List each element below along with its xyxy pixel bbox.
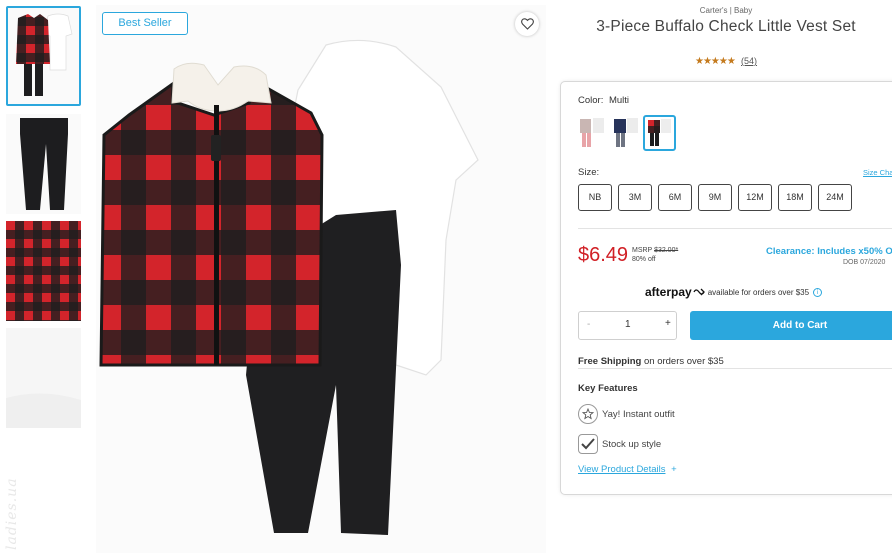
best-seller-badge: Best Seller xyxy=(102,12,188,35)
thumbnail-plaid-detail[interactable] xyxy=(6,221,81,321)
product-title: 3-Piece Buffalo Check Little Vest Set xyxy=(596,18,856,35)
divider xyxy=(578,368,892,369)
afterpay-text: available for orders over $35 xyxy=(707,287,810,297)
quantity-value[interactable]: 1 xyxy=(625,319,631,330)
divider xyxy=(578,228,892,229)
msrp-label: MSRP xyxy=(632,247,653,254)
info-icon[interactable]: i xyxy=(813,287,823,297)
purchase-panel: Color: Multi Size: Size Cha NB 3M 6M 9M … xyxy=(560,81,892,495)
feature-text: Yay! Instant outfit xyxy=(602,408,675,420)
size-option-9m[interactable]: 9M xyxy=(698,184,732,211)
size-label: Size: xyxy=(578,167,600,178)
afterpay-logo: afterpay xyxy=(645,285,692,299)
checkmark-icon xyxy=(578,434,598,454)
color-label-row: Color: Multi xyxy=(578,95,629,106)
size-chart-link[interactable]: Size Cha xyxy=(863,168,892,177)
brand-breadcrumb: Carter's | Baby xyxy=(699,6,753,15)
thumbnail-vest-set[interactable] xyxy=(6,6,81,106)
thumbnail-pants[interactable] xyxy=(6,114,81,214)
rating-summary[interactable]: ★★★★★ (54) xyxy=(560,56,892,67)
size-option-18m[interactable]: 18M xyxy=(778,184,812,211)
sale-price: $6.49 xyxy=(578,244,629,266)
free-shipping-note: Free Shipping on orders over $35 xyxy=(578,356,724,367)
color-swatch-navy[interactable] xyxy=(610,115,643,151)
heart-icon xyxy=(520,18,534,30)
feature-text: Stock up style xyxy=(602,438,662,450)
color-value: Multi xyxy=(608,95,630,106)
watermark: ladies.ua xyxy=(4,477,20,550)
quantity-stepper: - 1 + xyxy=(578,311,677,340)
free-shipping-condition: on orders over $35 xyxy=(643,356,724,367)
size-option-12m[interactable]: 12M xyxy=(738,184,772,211)
feature-item: Yay! Instant outfit xyxy=(578,404,675,424)
color-swatch-buffalo-check[interactable] xyxy=(643,115,676,151)
msrp-block: MSRP $32.00* 80% off xyxy=(632,246,678,264)
rating-stars: ★★★★★ xyxy=(694,56,736,67)
add-to-cart-button[interactable]: Add to Cart xyxy=(690,311,892,340)
color-label: Color: xyxy=(578,95,604,106)
size-option-24m[interactable]: 24M xyxy=(818,184,852,211)
color-swatch-pink[interactable] xyxy=(576,115,609,151)
size-option-3m[interactable]: 3M xyxy=(618,184,652,211)
afterpay-row: afterpay available for orders over $35 i xyxy=(645,285,823,299)
size-option-nb[interactable]: NB xyxy=(578,184,612,211)
view-product-details-link[interactable]: View Product Details + xyxy=(578,464,677,475)
feature-item: Stock up style xyxy=(578,434,661,454)
size-option-6m[interactable]: 6M xyxy=(658,184,692,211)
thumbnail-list: ladies.ua xyxy=(0,0,92,553)
dob-date: DOB 07/2020 xyxy=(843,259,886,266)
favorite-button[interactable] xyxy=(515,12,539,36)
thumbnail-bodysuit-detail[interactable] xyxy=(6,328,81,428)
view-product-details-label[interactable]: View Product Details xyxy=(578,464,665,475)
discount-percent: 80% off xyxy=(632,256,656,263)
afterpay-icon xyxy=(693,288,705,296)
quantity-increase-button[interactable]: + xyxy=(665,318,671,329)
star-badge-icon xyxy=(578,404,598,424)
quantity-decrease-button[interactable]: - xyxy=(587,319,590,330)
main-product-image: Best Seller xyxy=(96,5,546,553)
review-count-link[interactable]: (54) xyxy=(741,56,757,66)
msrp-value: $32.00* xyxy=(654,247,679,254)
key-features-heading: Key Features xyxy=(578,383,638,394)
free-shipping-label: Free Shipping xyxy=(578,356,642,367)
clearance-promo: Clearance: Includes x50% O xyxy=(766,246,892,257)
plus-icon: + xyxy=(671,464,677,475)
